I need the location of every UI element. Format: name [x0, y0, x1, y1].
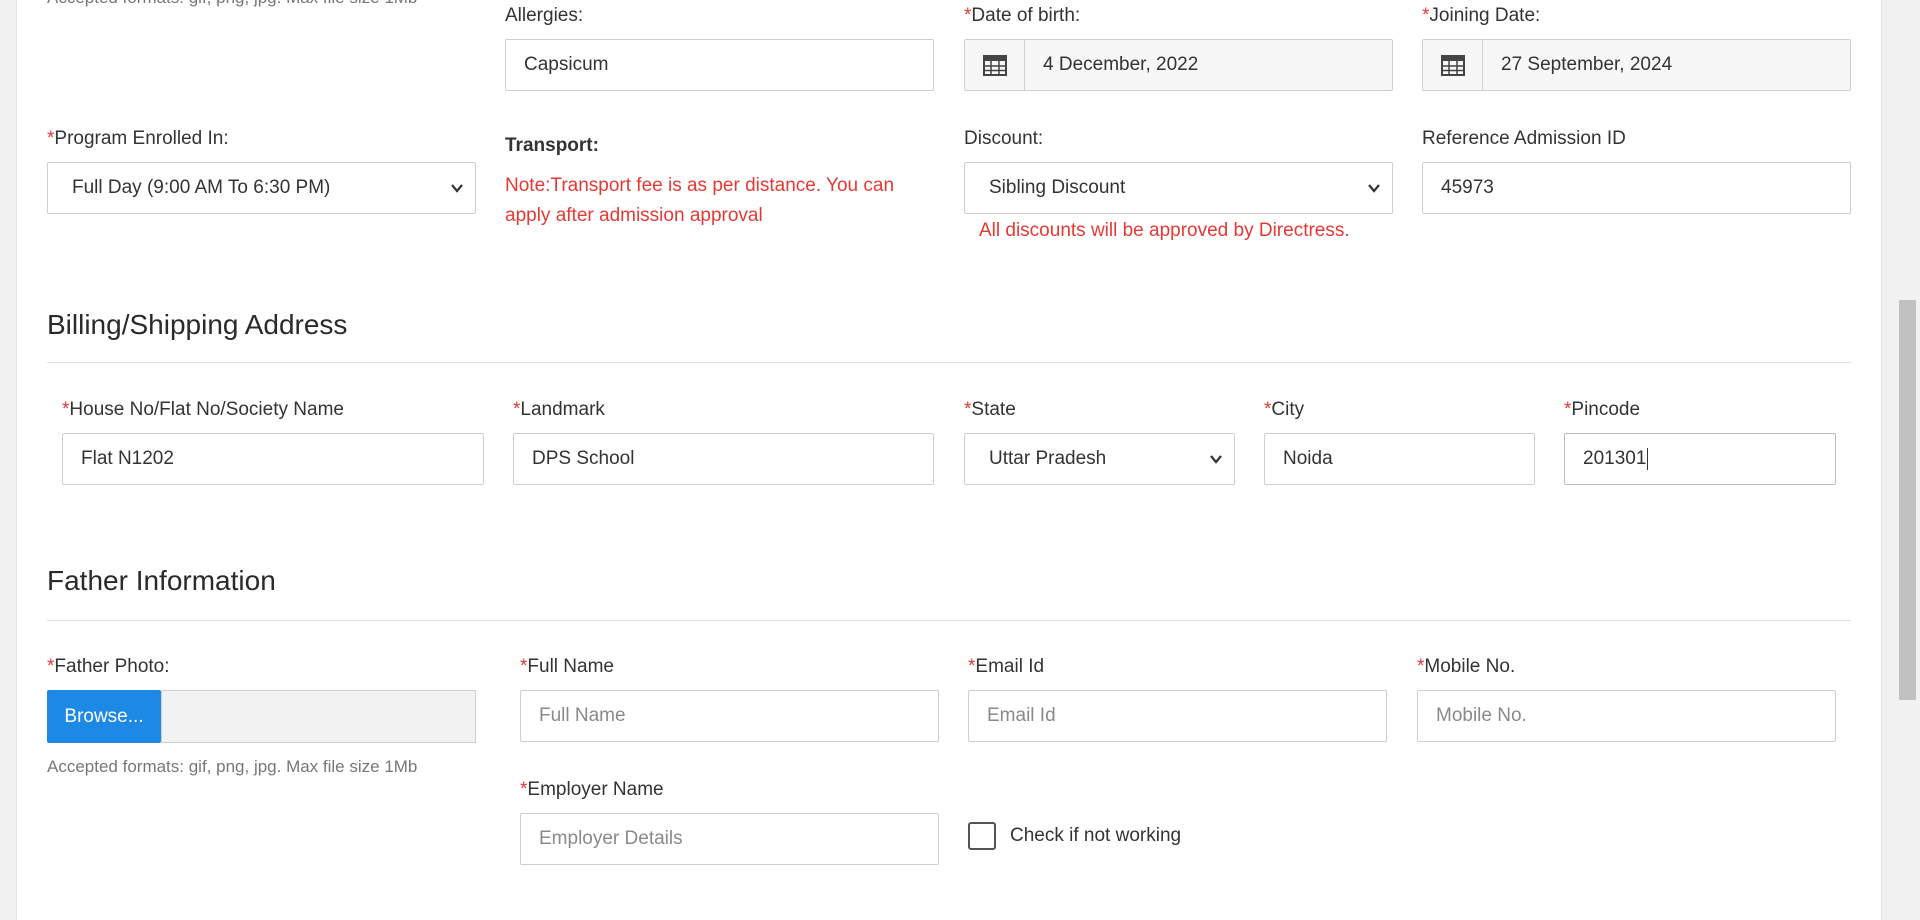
- father-photo-hint: Accepted formats: gif, png, jpg. Max fil…: [47, 757, 418, 776]
- discount-select[interactable]: Sibling Discount: [964, 162, 1393, 214]
- student-photo-hint: Accepted formats: gif, png, jpg. Max fil…: [47, 0, 417, 8]
- pincode-label-text: Pincode: [1571, 399, 1641, 420]
- father-photo-label-text: Father Photo:: [54, 656, 170, 677]
- scrollbar-thumb[interactable]: [1899, 300, 1916, 700]
- city-input[interactable]: Noida: [1264, 433, 1535, 485]
- transport-label: Transport:: [505, 135, 599, 156]
- landmark-label: *Landmark: [513, 399, 605, 421]
- mobile-label-text: Mobile No.: [1424, 656, 1516, 677]
- mobile-placeholder: Mobile No.: [1436, 705, 1527, 726]
- vertical-scrollbar[interactable]: [1895, 0, 1920, 920]
- employer-input[interactable]: Employer Details: [520, 813, 939, 865]
- not-working-label[interactable]: Check if not working: [1010, 825, 1181, 847]
- calendar-icon[interactable]: [965, 40, 1025, 90]
- city-label: *City: [1264, 399, 1304, 421]
- employer-label-text: Employer Name: [527, 779, 664, 800]
- joining-label: *Joining Date:: [1422, 5, 1540, 27]
- house-input[interactable]: Flat N1202: [62, 433, 484, 485]
- browse-button[interactable]: Browse...: [47, 690, 161, 743]
- full-name-label: *Full Name: [520, 656, 614, 678]
- house-label-text: House No/Flat No/Society Name: [69, 399, 344, 420]
- father-photo-file-field[interactable]: [161, 690, 476, 743]
- father-divider: [47, 620, 1851, 621]
- state-value: Uttar Pradesh: [989, 448, 1107, 469]
- transport-note: Note:Transport fee is as per distance. Y…: [505, 175, 895, 226]
- discount-label: Discount:: [964, 128, 1044, 149]
- father-section-title: Father Information: [47, 565, 276, 596]
- email-input[interactable]: Email Id: [968, 690, 1387, 742]
- joining-date-value: 27 September, 2024: [1501, 54, 1673, 75]
- joining-date-field[interactable]: 27 September, 2024: [1422, 39, 1851, 91]
- mobile-input[interactable]: Mobile No.: [1417, 690, 1836, 742]
- billing-divider: [47, 362, 1851, 363]
- joining-label-text: Joining Date:: [1429, 5, 1541, 26]
- program-value: Full Day (9:00 AM To 6:30 PM): [72, 177, 331, 198]
- discount-value: Sibling Discount: [989, 177, 1126, 198]
- landmark-value: DPS School: [532, 448, 635, 469]
- allergies-input[interactable]: Capsicum: [505, 39, 934, 91]
- city-label-text: City: [1271, 399, 1305, 420]
- form-page: Accepted formats: gif, png, jpg. Max fil…: [16, 0, 1882, 920]
- reference-label: Reference Admission ID: [1422, 128, 1626, 149]
- chevron-down-icon: [1210, 455, 1222, 464]
- state-label-text: State: [971, 399, 1016, 420]
- program-select[interactable]: Full Day (9:00 AM To 6:30 PM): [47, 162, 476, 214]
- employer-label: *Employer Name: [520, 779, 664, 801]
- employer-placeholder: Employer Details: [539, 828, 683, 849]
- email-label-text: Email Id: [975, 656, 1045, 677]
- father-photo-label: *Father Photo:: [47, 656, 170, 678]
- dob-label: *Date of birth:: [964, 5, 1080, 27]
- text-caret: [1647, 448, 1649, 470]
- dob-value: 4 December, 2022: [1043, 54, 1199, 75]
- email-placeholder: Email Id: [987, 705, 1056, 726]
- house-value: Flat N1202: [81, 448, 174, 469]
- discount-note: All discounts will be approved by Direct…: [979, 220, 1350, 241]
- full-name-placeholder: Full Name: [539, 705, 626, 726]
- dob-label-text: Date of birth:: [971, 5, 1081, 26]
- program-label: *Program Enrolled In:: [47, 128, 229, 150]
- dob-field[interactable]: 4 December, 2022: [964, 39, 1393, 91]
- reference-value: 45973: [1441, 177, 1494, 198]
- house-label: *House No/Flat No/Society Name: [62, 399, 344, 421]
- full-name-input[interactable]: Full Name: [520, 690, 939, 742]
- city-value: Noida: [1283, 448, 1333, 469]
- chevron-down-icon: [451, 184, 463, 193]
- full-name-label-text: Full Name: [527, 656, 614, 677]
- pincode-value: 201301: [1583, 448, 1647, 469]
- reference-input[interactable]: 45973: [1422, 162, 1851, 214]
- email-label: *Email Id: [968, 656, 1044, 678]
- billing-section-title: Billing/Shipping Address: [47, 309, 348, 340]
- state-label: *State: [964, 399, 1016, 421]
- allergies-value: Capsicum: [524, 54, 609, 75]
- chevron-down-icon: [1368, 184, 1380, 193]
- mobile-label: *Mobile No.: [1417, 656, 1515, 678]
- not-working-checkbox[interactable]: [968, 822, 996, 850]
- allergies-label: Allergies:: [505, 5, 584, 26]
- state-select[interactable]: Uttar Pradesh: [964, 433, 1235, 485]
- pincode-label: *Pincode: [1564, 399, 1640, 421]
- landmark-input[interactable]: DPS School: [513, 433, 934, 485]
- calendar-icon[interactable]: [1423, 40, 1483, 90]
- landmark-label-text: Landmark: [520, 399, 605, 420]
- program-label-text: Program Enrolled In:: [54, 128, 229, 149]
- pincode-input[interactable]: 201301: [1564, 433, 1836, 485]
